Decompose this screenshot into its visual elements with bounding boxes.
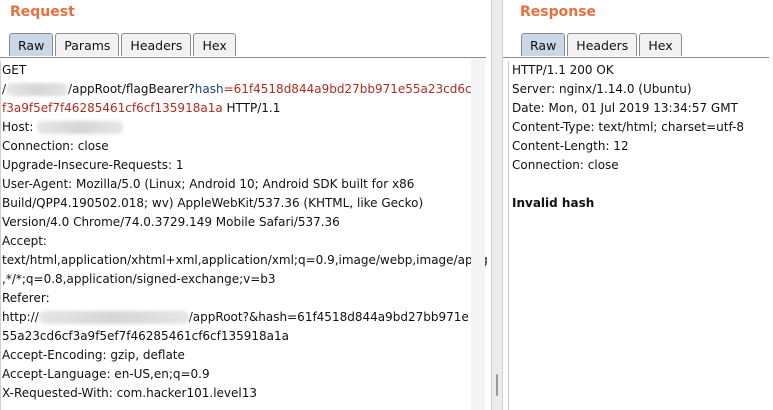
request-tab-params[interactable]: Params [55, 33, 120, 56]
param-name-hash: hash [194, 82, 224, 96]
response-line: Connection: close [509, 156, 773, 175]
request-protocol: HTTP/1.1 [222, 101, 281, 115]
request-line: //appRoot/flagBearer?hash=61f4518d844a9b… [1, 80, 472, 99]
header-accept-encoding: Accept-Encoding: gzip, deflate [2, 348, 185, 362]
response-line: Invalid hash [509, 194, 773, 213]
request-tab-underline [0, 57, 486, 58]
header-referer: Referer: [2, 291, 50, 305]
request-scrollbar[interactable] [471, 58, 485, 410]
response-line [509, 175, 773, 194]
response-tab-headers[interactable]: Headers [567, 33, 638, 56]
referer-cont: 55a23cd6cf3a9f5ef7f46285461cf6cf135918a1… [2, 329, 290, 343]
header-content-type: Content-Type: text/html; charset=utf-8 [512, 120, 745, 134]
header-accept-cont: text/html,application/xhtml+xml,applicat… [2, 253, 488, 267]
response-tab-raw[interactable]: Raw [521, 33, 566, 56]
header-user-agent-cont: Version/4.0 Chrome/74.0.3729.149 Mobile … [2, 215, 340, 229]
request-line: Version/4.0 Chrome/74.0.3729.149 Mobile … [1, 213, 468, 232]
host-label: Host: [2, 120, 34, 134]
split-divider[interactable] [491, 0, 503, 410]
response-pane: Response Raw Headers Hex HTTP/1.1 200 OK… [503, 0, 773, 410]
response-editor[interactable]: HTTP/1.1 200 OK Server: nginx/1.14.0 (Ub… [508, 61, 773, 410]
redacted-host [37, 121, 124, 134]
request-method: GET [2, 63, 27, 77]
param-equals: = [223, 82, 234, 96]
header-x-requested-with: X-Requested-With: com.hacker101.level13 [2, 386, 258, 400]
request-title: Request [10, 4, 75, 20]
request-line: http:// /appRoot?&hash=61f4518d844a9bd27b… [1, 308, 469, 327]
response-line: Date: Mon, 01 Jul 2019 13:34:57 GMT [509, 99, 773, 118]
redacted-referer-host [38, 311, 189, 324]
response-body: Invalid hash [512, 196, 595, 210]
request-line: f3a9f5ef7f46285461cf6cf135918a1a HTTP/1.… [1, 99, 468, 118]
request-line: GET [1, 61, 468, 80]
request-line: Referer: [1, 289, 468, 308]
param-value-hash-cont: f3a9f5ef7f46285461cf6cf135918a1a [2, 101, 223, 115]
response-line: Content-Length: 12 [509, 137, 773, 156]
request-line: Accept-Language: en-US,en;q=0.9 [1, 365, 468, 384]
status-line: HTTP/1.1 200 OK [512, 63, 614, 77]
response-title: Response [520, 4, 597, 20]
redacted-segment [6, 83, 69, 96]
header-user-agent: User-Agent: Mozilla/5.0 (Linux; Android … [2, 177, 415, 191]
request-path: /appRoot/flagBearer? [68, 82, 195, 96]
request-tab-raw[interactable]: Raw [9, 33, 54, 56]
header-connection: Connection: close [2, 139, 109, 153]
request-line: Connection: close [1, 137, 468, 156]
request-line: Build/QPP4.190502.018; wv) AppleWebKit/5… [1, 194, 468, 213]
response-tabs: Raw Headers Hex [521, 33, 684, 57]
request-tabs: Raw Params Headers Hex [9, 33, 238, 57]
header-content-length: Content-Length: 12 [512, 139, 629, 153]
request-line: text/html,application/xhtml+xml,applicat… [1, 251, 488, 270]
request-pane: Request Raw Params Headers Hex GET //app… [0, 0, 490, 410]
request-line: Host: [1, 118, 468, 137]
response-line: Content-Type: text/html; charset=utf-8 [509, 118, 773, 137]
header-date: Date: Mon, 01 Jul 2019 13:34:57 GMT [512, 101, 738, 115]
request-line: 55a23cd6cf3a9f5ef7f46285461cf6cf135918a1… [1, 327, 468, 346]
header-accept-cont: ,*/*;q=0.8,application/signed-exchange;v… [2, 272, 276, 286]
header-user-agent-cont: Build/QPP4.190502.018; wv) AppleWebKit/5… [2, 196, 424, 210]
referer-prefix: http:// [2, 310, 39, 324]
header-server: Server: nginx/1.14.0 (Ubuntu) [512, 82, 692, 96]
request-line: Upgrade-Insecure-Requests: 1 [1, 156, 468, 175]
request-tab-hex[interactable]: Hex [193, 33, 236, 56]
request-line: ,*/*;q=0.8,application/signed-exchange;v… [1, 270, 468, 289]
request-line: User-Agent: Mozilla/5.0 (Linux; Android … [1, 175, 468, 194]
response-line: Server: nginx/1.14.0 (Ubuntu) [509, 80, 773, 99]
response-line: HTTP/1.1 200 OK [509, 61, 773, 80]
header-accept: Accept: [2, 234, 47, 248]
request-line: Accept-Encoding: gzip, deflate [1, 346, 468, 365]
divider-grip-icon[interactable] [496, 374, 498, 396]
request-line: X-Requested-With: com.hacker101.level13 [1, 384, 468, 403]
request-tab-headers[interactable]: Headers [121, 33, 192, 56]
request-editor[interactable]: GET //appRoot/flagBearer?hash=61f4518d84… [0, 61, 488, 410]
referer-suffix: /appRoot?&hash=61f4518d844a9bd27bb971e [188, 310, 469, 324]
header-connection: Connection: close [512, 158, 619, 172]
request-line: Accept: [1, 232, 468, 251]
response-tab-hex[interactable]: Hex [639, 33, 682, 56]
response-tab-underline [503, 57, 769, 58]
param-value-hash: 61f4518d844a9bd27bb971e55a23cd6c [233, 82, 472, 96]
header-upgrade: Upgrade-Insecure-Requests: 1 [2, 158, 184, 172]
header-accept-language: Accept-Language: en-US,en;q=0.9 [2, 367, 210, 381]
